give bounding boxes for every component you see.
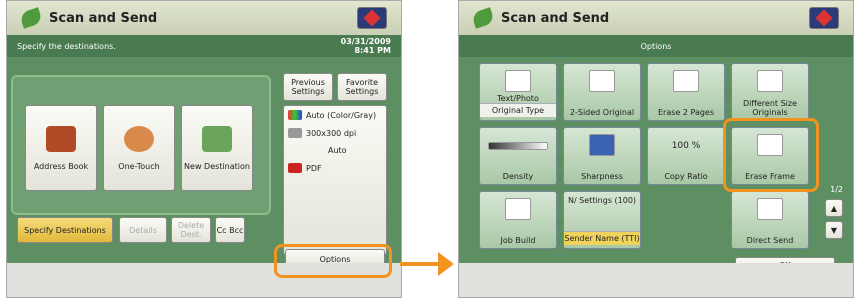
file-format-row: PDF: [288, 163, 322, 173]
pages-icon: [673, 70, 699, 92]
transition-arrow-line: [400, 262, 440, 266]
options-header: Options: [459, 35, 853, 57]
status-message: Specify the destinations.: [17, 41, 116, 51]
screen-title: Scan and Send: [501, 10, 610, 26]
previous-settings-label: Previous Settings: [291, 78, 325, 96]
option-label: Copy Ratio: [664, 172, 708, 181]
title-bar: Scan and Send: [459, 1, 853, 35]
cc-bcc-button[interactable]: Cc Bcc: [215, 217, 245, 243]
option-label: N/ Settings (100): [567, 196, 637, 205]
option-sublabel: Sender Name (TTI): [564, 231, 640, 245]
one-touch-button[interactable]: One-Touch: [103, 105, 175, 191]
option-label: Different Size Originals: [742, 99, 798, 117]
status-cube-icon: [363, 9, 381, 27]
down-arrow-icon: ▼: [830, 225, 838, 235]
system-monitor-button[interactable]: [357, 7, 387, 29]
option-label: Direct Send: [746, 236, 794, 245]
delete-dest-label: Delete Dest.: [177, 221, 205, 239]
one-touch-label: One-Touch: [118, 161, 160, 171]
2-sided-icon: [589, 70, 615, 92]
option-copy-ratio[interactable]: 100 % Copy Ratio: [647, 127, 725, 185]
new-destination-button[interactable]: New Destination: [181, 105, 253, 191]
option-label: Erase 2 Pages: [657, 108, 715, 117]
scan-send-leaf-icon: [471, 7, 495, 29]
option-2-sided-original[interactable]: 2-Sided Original: [563, 63, 641, 121]
scan-send-leaf-icon: [19, 7, 43, 29]
color-mode-icon: [288, 110, 302, 120]
cc-bcc-label: Cc Bcc: [216, 225, 244, 235]
color-mode-row: Auto (Color/Gray): [288, 110, 376, 120]
page-indicator: 1/2: [830, 185, 843, 194]
screen-title: Scan and Send: [49, 10, 158, 26]
job-build-icon: [505, 198, 531, 220]
option-sharpness[interactable]: Sharpness: [563, 127, 641, 185]
option-erase-2-pages[interactable]: Erase 2 Pages: [647, 63, 725, 121]
direct-send-icon: [757, 198, 783, 220]
option-label: 2-Sided Original: [569, 108, 635, 117]
system-monitor-button[interactable]: [809, 7, 839, 29]
option-density[interactable]: Density: [479, 127, 557, 185]
text-photo-icon: [505, 70, 531, 92]
title-bar: Scan and Send: [7, 1, 401, 35]
favorite-settings-label: Favorite Settings: [345, 78, 379, 96]
scroll-down-button[interactable]: ▼: [825, 221, 843, 239]
sharpness-icon: [589, 134, 615, 156]
address-book-icon: [46, 125, 76, 152]
resolution-row: 300x300 dpi: [288, 128, 356, 138]
color-mode-value: Auto (Color/Gray): [306, 110, 377, 120]
up-arrow-icon: ▲: [830, 203, 838, 213]
option-label: Density: [502, 172, 534, 181]
date: 03/31/2009: [340, 37, 391, 46]
option-sublabel: Original Type: [480, 103, 556, 117]
option-different-size-originals[interactable]: Different Size Originals: [731, 63, 809, 121]
erase-frame-highlight: [723, 118, 819, 192]
option-job-build[interactable]: Job Build: [479, 191, 557, 249]
settings-summary[interactable]: Auto (Color/Gray) 300x300 dpi Auto PDF: [283, 105, 387, 255]
bottom-bar: [459, 263, 853, 297]
resolution-icon: [288, 128, 302, 138]
option-label: Job Build: [500, 236, 536, 245]
specify-destinations-tab[interactable]: Specify Destinations: [17, 217, 113, 243]
resolution-value: 300x300 dpi: [306, 128, 357, 138]
option-label: Sharpness: [581, 172, 623, 181]
different-size-icon: [757, 70, 783, 92]
new-destination-label: New Destination: [184, 161, 250, 171]
details-button[interactable]: Details: [119, 217, 167, 243]
file-format-value: PDF: [306, 163, 322, 173]
size-row: Auto: [328, 146, 347, 155]
options-highlight: [274, 244, 392, 278]
one-touch-icon: [124, 125, 154, 152]
options-heading: Options: [640, 41, 672, 51]
details-label: Details: [129, 225, 157, 235]
address-book-button[interactable]: Address Book: [25, 105, 97, 191]
transition-arrow-icon: [438, 252, 454, 276]
datetime: 03/31/2009 8:41 PM: [341, 37, 391, 55]
option-sender-name[interactable]: N/ Settings (100) Sender Name (TTI): [563, 191, 641, 249]
pdf-icon: [288, 163, 302, 173]
scroll-up-button[interactable]: ▲: [825, 199, 843, 217]
address-book-label: Address Book: [33, 161, 89, 171]
new-destination-icon: [202, 125, 232, 152]
status-line: Specify the destinations. 03/31/2009 8:41…: [7, 35, 401, 57]
copy-ratio-value: 100 %: [671, 141, 701, 151]
delete-dest-button[interactable]: Delete Dest.: [171, 217, 211, 243]
main-area: Specify the destinations. 03/31/2009 8:41…: [7, 35, 401, 269]
specify-destinations-label: Specify Destinations: [24, 225, 106, 235]
option-direct-send[interactable]: Direct Send: [731, 191, 809, 249]
size-value: Auto: [328, 146, 347, 155]
favorite-settings-button[interactable]: Favorite Settings: [337, 73, 387, 101]
time: 8:41 PM: [354, 46, 391, 55]
option-label: Text/Photo: [497, 94, 539, 103]
previous-settings-button[interactable]: Previous Settings: [283, 73, 333, 101]
density-slider-icon: [488, 142, 548, 150]
option-original-type[interactable]: Text/Photo Original Type: [479, 63, 557, 121]
status-cube-icon: [815, 9, 833, 27]
